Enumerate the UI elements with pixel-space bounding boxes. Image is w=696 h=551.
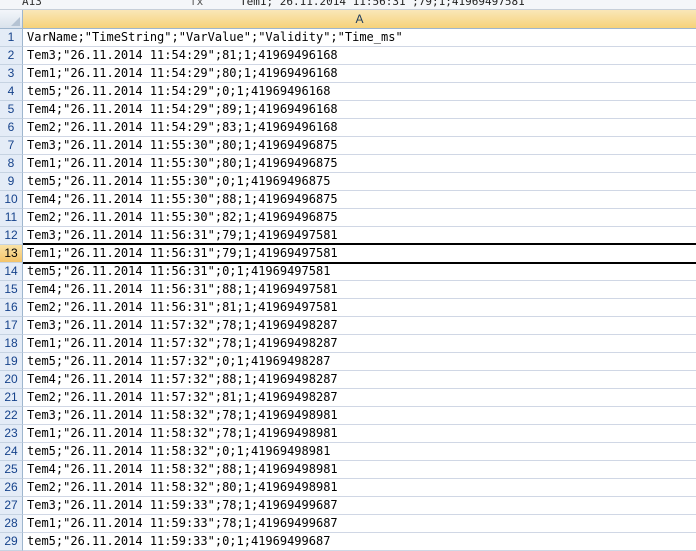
- row-header[interactable]: 7: [0, 137, 23, 155]
- table-row: 9 tem5;"26.11.2014 11:55:30";0;1;41969496…: [0, 173, 696, 191]
- fx-label: fx: [190, 0, 204, 8]
- cell-a[interactable]: tem5;"26.11.2014 11:57:32";0;1;419694982…: [23, 353, 696, 371]
- row-header[interactable]: 2: [0, 47, 23, 65]
- table-row: 15 Tem4;"26.11.2014 11:56:31";88;1;419694…: [0, 281, 696, 299]
- row-header[interactable]: 5: [0, 101, 23, 119]
- table-row: 5 Tem4;"26.11.2014 11:54:29";89;1;4196949…: [0, 101, 696, 119]
- table-row: 1 VarName;"TimeString";"VarValue";"Validi…: [0, 29, 696, 47]
- row-header[interactable]: 17: [0, 317, 23, 335]
- cell-a[interactable]: tem5;"26.11.2014 11:56:31";0;1;419694975…: [23, 263, 696, 281]
- select-all-button[interactable]: [0, 10, 23, 28]
- table-row: 7 Tem3;"26.11.2014 11:55:30";80;1;4196949…: [0, 137, 696, 155]
- formula-bar: A13 fx Tem1;"26.11.2014 11:56:31";79;1;4…: [0, 0, 696, 10]
- formula-input[interactable]: Tem1;"26.11.2014 11:56:31";79;1;41969497…: [240, 0, 525, 8]
- row-header[interactable]: 27: [0, 497, 23, 515]
- table-row: 4 tem5;"26.11.2014 11:54:29";0;1;41969496…: [0, 83, 696, 101]
- cell-a[interactable]: Tem1;"26.11.2014 11:59:33";78;1;41969499…: [23, 515, 696, 533]
- column-header-row: A: [0, 10, 696, 29]
- cell-a[interactable]: tem5;"26.11.2014 11:59:33";0;1;419694996…: [23, 533, 696, 551]
- cell-a[interactable]: Tem1;"26.11.2014 11:57:32";78;1;41969498…: [23, 335, 696, 353]
- select-all-icon: [11, 17, 20, 26]
- table-row: 11 Tem2;"26.11.2014 11:55:30";82;1;419694…: [0, 209, 696, 227]
- row-header[interactable]: 14: [0, 263, 23, 281]
- row-header[interactable]: 19: [0, 353, 23, 371]
- row-header[interactable]: 25: [0, 461, 23, 479]
- table-row: 23 Tem1;"26.11.2014 11:58:32";78;1;419694…: [0, 425, 696, 443]
- row-header[interactable]: 29: [0, 533, 23, 551]
- cell-a[interactable]: Tem2;"26.11.2014 11:54:29";83;1;41969496…: [23, 119, 696, 137]
- row-header[interactable]: 13: [0, 245, 23, 263]
- cell-a[interactable]: Tem2;"26.11.2014 11:56:31";81;1;41969497…: [23, 299, 696, 317]
- row-header[interactable]: 23: [0, 425, 23, 443]
- row-header[interactable]: 4: [0, 83, 23, 101]
- cell-a[interactable]: Tem1;"26.11.2014 11:54:29";80;1;41969496…: [23, 65, 696, 83]
- cell-a[interactable]: Tem1;"26.11.2014 11:55:30";80;1;41969496…: [23, 155, 696, 173]
- cell-a[interactable]: Tem3;"26.11.2014 11:55:30";80;1;41969496…: [23, 137, 696, 155]
- table-row: 25 Tem4;"26.11.2014 11:58:32";88;1;419694…: [0, 461, 696, 479]
- cell-a[interactable]: Tem2;"26.11.2014 11:57:32";81;1;41969498…: [23, 389, 696, 407]
- table-row: 20 Tem4;"26.11.2014 11:57:32";88;1;419694…: [0, 371, 696, 389]
- table-row: 14 tem5;"26.11.2014 11:56:31";0;1;4196949…: [0, 263, 696, 281]
- cell-a[interactable]: tem5;"26.11.2014 11:54:29";0;1;419694961…: [23, 83, 696, 101]
- table-row: 27 Tem3;"26.11.2014 11:59:33";78;1;419694…: [0, 497, 696, 515]
- table-row: 26 Tem2;"26.11.2014 11:58:32";80;1;419694…: [0, 479, 696, 497]
- table-row: 22 Tem3;"26.11.2014 11:58:32";78;1;419694…: [0, 407, 696, 425]
- table-row: 17 Tem3;"26.11.2014 11:57:32";78;1;419694…: [0, 317, 696, 335]
- table-row: 2 Tem3;"26.11.2014 11:54:29";81;1;4196949…: [0, 47, 696, 65]
- table-row: 13 Tem1;"26.11.2014 11:56:31";79;1;419694…: [0, 243, 696, 264]
- column-header-a[interactable]: A: [23, 10, 696, 28]
- row-header[interactable]: 10: [0, 191, 23, 209]
- name-box[interactable]: A13: [22, 0, 142, 9]
- table-row: 19 tem5;"26.11.2014 11:57:32";0;1;4196949…: [0, 353, 696, 371]
- row-header[interactable]: 6: [0, 119, 23, 137]
- cell-a[interactable]: Tem1;"26.11.2014 11:56:31";79;1;41969497…: [23, 243, 696, 264]
- cell-a[interactable]: Tem2;"26.11.2014 11:55:30";82;1;41969496…: [23, 209, 696, 227]
- cell-a[interactable]: Tem4;"26.11.2014 11:55:30";88;1;41969496…: [23, 191, 696, 209]
- row-header[interactable]: 15: [0, 281, 23, 299]
- row-header[interactable]: 21: [0, 389, 23, 407]
- table-row: 16 Tem2;"26.11.2014 11:56:31";81;1;419694…: [0, 299, 696, 317]
- row-header[interactable]: 28: [0, 515, 23, 533]
- row-header[interactable]: 3: [0, 65, 23, 83]
- cell-a[interactable]: Tem2;"26.11.2014 11:58:32";80;1;41969498…: [23, 479, 696, 497]
- cell-a[interactable]: Tem3;"26.11.2014 11:57:32";78;1;41969498…: [23, 317, 696, 335]
- table-row: 18 Tem1;"26.11.2014 11:57:32";78;1;419694…: [0, 335, 696, 353]
- row-header[interactable]: 20: [0, 371, 23, 389]
- row-header[interactable]: 1: [0, 29, 23, 47]
- row-header[interactable]: 24: [0, 443, 23, 461]
- table-row: 10 Tem4;"26.11.2014 11:55:30";88;1;419694…: [0, 191, 696, 209]
- cell-a[interactable]: VarName;"TimeString";"VarValue";"Validit…: [23, 29, 696, 47]
- row-header[interactable]: 11: [0, 209, 23, 227]
- table-row: 28 Tem1;"26.11.2014 11:59:33";78;1;419694…: [0, 515, 696, 533]
- row-header[interactable]: 12: [0, 227, 23, 245]
- cell-a[interactable]: tem5;"26.11.2014 11:58:32";0;1;419694989…: [23, 443, 696, 461]
- table-row: 6 Tem2;"26.11.2014 11:54:29";83;1;4196949…: [0, 119, 696, 137]
- cell-a[interactable]: Tem4;"26.11.2014 11:54:29";89;1;41969496…: [23, 101, 696, 119]
- cell-a[interactable]: Tem1;"26.11.2014 11:58:32";78;1;41969498…: [23, 425, 696, 443]
- cell-a[interactable]: Tem4;"26.11.2014 11:58:32";88;1;41969498…: [23, 461, 696, 479]
- table-row: 21 Tem2;"26.11.2014 11:57:32";81;1;419694…: [0, 389, 696, 407]
- row-header[interactable]: 26: [0, 479, 23, 497]
- cell-a[interactable]: tem5;"26.11.2014 11:55:30";0;1;419694968…: [23, 173, 696, 191]
- table-row: 24 tem5;"26.11.2014 11:58:32";0;1;4196949…: [0, 443, 696, 461]
- cell-a[interactable]: Tem4;"26.11.2014 11:56:31";88;1;41969497…: [23, 281, 696, 299]
- cell-a[interactable]: Tem3;"26.11.2014 11:54:29";81;1;41969496…: [23, 47, 696, 65]
- table-row: 8 Tem1;"26.11.2014 11:55:30";80;1;4196949…: [0, 155, 696, 173]
- cell-a[interactable]: Tem3;"26.11.2014 11:59:33";78;1;41969499…: [23, 497, 696, 515]
- cell-a[interactable]: Tem3;"26.11.2014 11:58:32";78;1;41969498…: [23, 407, 696, 425]
- cell-a[interactable]: Tem4;"26.11.2014 11:57:32";88;1;41969498…: [23, 371, 696, 389]
- table-row: 29 tem5;"26.11.2014 11:59:33";0;1;4196949…: [0, 533, 696, 551]
- row-header[interactable]: 9: [0, 173, 23, 191]
- row-header[interactable]: 16: [0, 299, 23, 317]
- row-header[interactable]: 22: [0, 407, 23, 425]
- row-header[interactable]: 18: [0, 335, 23, 353]
- table-row: 3 Tem1;"26.11.2014 11:54:29";80;1;4196949…: [0, 65, 696, 83]
- row-header[interactable]: 8: [0, 155, 23, 173]
